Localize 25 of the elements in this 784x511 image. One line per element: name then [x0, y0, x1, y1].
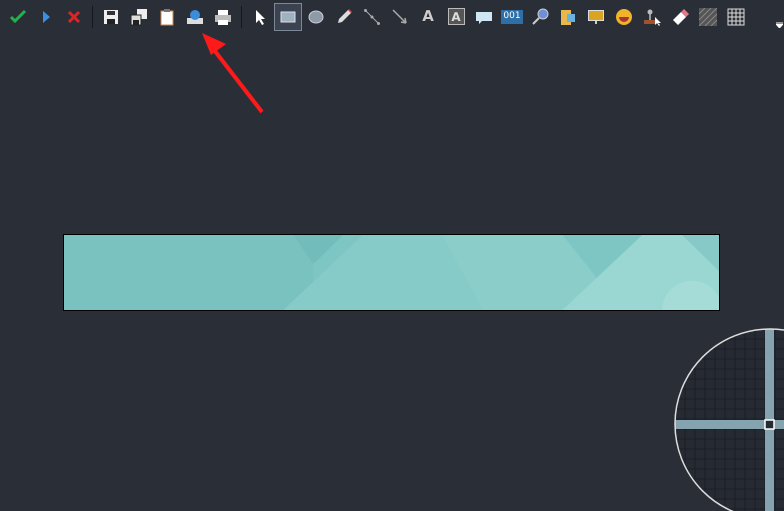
- hatching-icon: [699, 8, 717, 26]
- stamp-icon: [643, 8, 661, 26]
- tool-button[interactable]: A: [442, 2, 470, 30]
- floppy-disks-icon: [130, 8, 148, 26]
- ellipse-icon: [307, 8, 325, 26]
- grid-icon: [727, 8, 745, 26]
- globe-printer-icon: [186, 8, 204, 26]
- clipboard-icon: [158, 8, 176, 26]
- counter-icon: 001: [501, 10, 523, 24]
- line-icon: [363, 8, 381, 26]
- smiley-icon: [615, 8, 633, 26]
- magnifier-icon: [531, 8, 549, 26]
- pencil-icon: [335, 8, 353, 26]
- tool-button[interactable]: [274, 2, 302, 30]
- folder-icon: [559, 8, 577, 26]
- eraser-icon: [671, 8, 689, 26]
- arrow-icon: [391, 8, 409, 26]
- text-box-icon: A: [448, 8, 464, 25]
- tool-button[interactable]: A: [414, 2, 442, 30]
- dropdown-icon[interactable]: [776, 22, 783, 28]
- text-tool-icon: A: [422, 9, 434, 24]
- tool-button[interactable]: 001: [498, 2, 526, 30]
- monitor-icon: [587, 8, 605, 26]
- printer-icon: [214, 8, 232, 26]
- check-icon: [9, 8, 27, 26]
